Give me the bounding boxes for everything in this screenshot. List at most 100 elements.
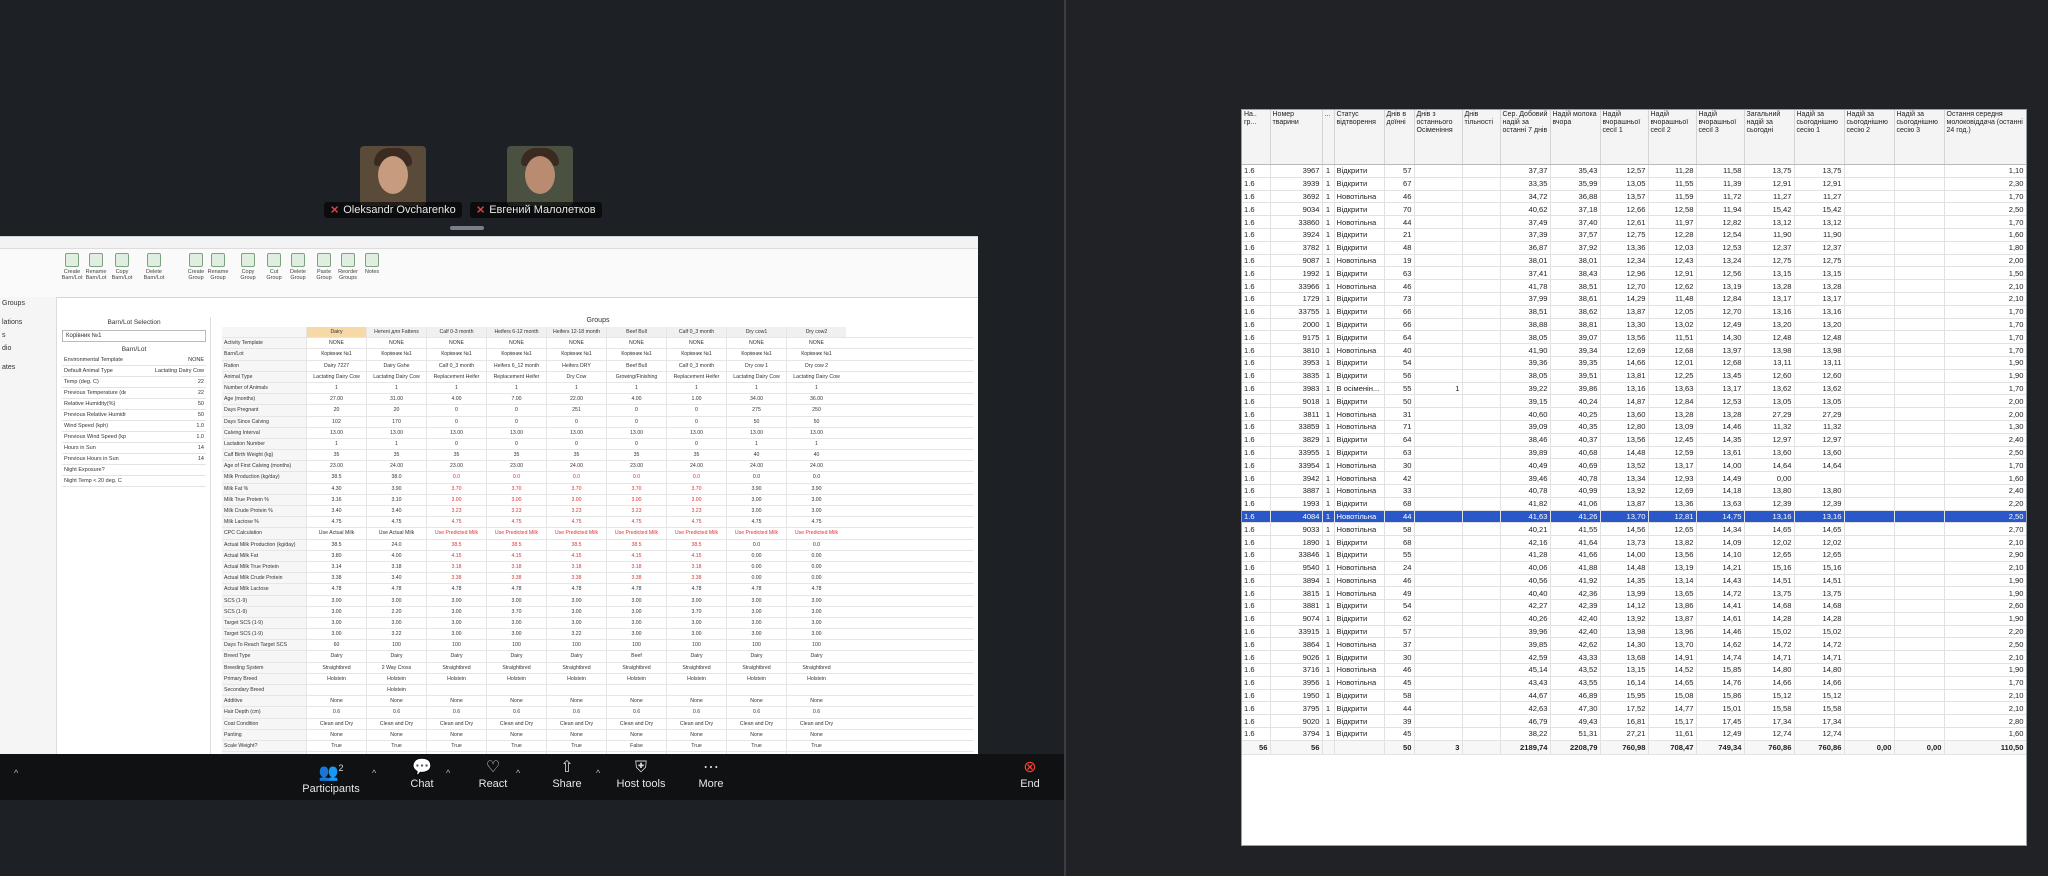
table-cell[interactable]: 12,48: [1794, 330, 1845, 345]
group-cell[interactable]: Holstein: [726, 673, 786, 684]
table-row[interactable]: 1.6 9540 1 Новотільна 24 40,06 41,88 14,48 13,19…: [1242, 561, 2026, 575]
table-cell[interactable]: 43,52: [1550, 663, 1601, 677]
group-column-header[interactable]: Dairy: [306, 327, 366, 338]
ribbon-button[interactable]: Rename Barn/Lot: [84, 253, 108, 281]
table-cell[interactable]: 14,52: [1648, 663, 1697, 677]
table-cell[interactable]: 1.6: [1242, 522, 1271, 537]
group-cell[interactable]: True: [426, 740, 486, 752]
ribbon-button[interactable]: Create Group: [184, 253, 208, 281]
table-cell[interactable]: 1.6: [1242, 663, 1271, 677]
table-cell[interactable]: [1894, 164, 1945, 178]
table-cell[interactable]: [1844, 420, 1895, 434]
table-cell[interactable]: 1.6: [1242, 343, 1271, 357]
table-cell[interactable]: 13,62: [1794, 382, 1845, 396]
table-cell[interactable]: 1950: [1270, 689, 1323, 703]
table-cell[interactable]: 3942: [1270, 471, 1323, 485]
table-cell[interactable]: [1894, 625, 1945, 639]
participant-video-1[interactable]: [360, 146, 426, 206]
group-column-header[interactable]: Calf 0_3 month: [666, 327, 726, 338]
table-cell[interactable]: 3864: [1270, 637, 1323, 652]
table-cell[interactable]: [1844, 586, 1895, 601]
column-header[interactable]: Надій вчорашньої сесії 3: [1696, 110, 1745, 165]
group-cell[interactable]: 0.6: [786, 707, 846, 718]
group-cell[interactable]: 3.70: [486, 606, 546, 617]
group-cell[interactable]: 0.6: [606, 707, 666, 718]
table-cell[interactable]: [1894, 561, 1945, 575]
table-cell[interactable]: 37,37: [1500, 164, 1551, 178]
group-cell[interactable]: 4.78: [606, 584, 666, 595]
table-cell[interactable]: [1894, 689, 1945, 703]
table-cell[interactable]: 11,72: [1696, 190, 1745, 204]
ribbon-button[interactable]: Copy Barn/Lot: [110, 253, 134, 281]
table-cell[interactable]: 1,80: [1944, 241, 2026, 255]
barn-property-value[interactable]: [126, 476, 206, 486]
table-cell[interactable]: 41,90: [1500, 343, 1551, 357]
table-cell[interactable]: 1: [1322, 177, 1335, 191]
group-cell[interactable]: Straightbred: [546, 662, 606, 673]
table-cell[interactable]: Відкрити: [1334, 356, 1385, 370]
group-cell[interactable]: [666, 685, 726, 696]
group-cell[interactable]: 3.00: [786, 595, 846, 606]
group-cell[interactable]: 3.18: [426, 561, 486, 573]
group-cell[interactable]: 3.18: [546, 561, 606, 573]
table-cell[interactable]: 13,15: [1794, 266, 1845, 281]
group-cell[interactable]: Dairy: [366, 651, 426, 662]
table-cell[interactable]: 1: [1322, 484, 1335, 498]
table-row[interactable]: 1.6 3795 1 Відкрити 44 42,63 47,30 17,52 14,77 15…: [1242, 701, 2026, 716]
table-cell[interactable]: 1,70: [1944, 382, 2026, 396]
group-cell[interactable]: Replacement Heifer: [486, 371, 546, 382]
table-cell[interactable]: [1844, 458, 1895, 473]
table-cell[interactable]: [1844, 394, 1895, 409]
group-cell[interactable]: NONE: [546, 338, 606, 349]
table-cell[interactable]: [1414, 177, 1463, 191]
group-cell[interactable]: Heifers 6_12 month: [486, 360, 546, 371]
table-row[interactable]: 1.6 33915 1 Відкрити 57 39,96 42,40 13,98 13,96 1…: [1242, 625, 2026, 639]
gallery-scroll-indicator[interactable]: [450, 226, 484, 230]
table-cell[interactable]: [1894, 548, 1945, 562]
table-cell[interactable]: 9020: [1270, 714, 1323, 729]
table-cell[interactable]: [1844, 535, 1895, 549]
table-cell[interactable]: 30: [1384, 458, 1415, 473]
table-cell[interactable]: 1: [1322, 164, 1335, 178]
table-cell[interactable]: 70: [1384, 202, 1415, 217]
group-cell[interactable]: Straightbred: [666, 662, 726, 673]
group-cell[interactable]: Clean and Dry: [306, 718, 366, 729]
table-cell[interactable]: 13,96: [1648, 625, 1697, 639]
table-cell[interactable]: 14,61: [1696, 612, 1745, 626]
table-cell[interactable]: [1462, 241, 1501, 255]
group-cell[interactable]: None: [426, 729, 486, 740]
group-cell[interactable]: 13.00: [606, 427, 666, 438]
table-cell[interactable]: 1,70: [1944, 330, 2026, 345]
group-cell[interactable]: 1: [726, 382, 786, 394]
table-cell[interactable]: 1: [1322, 727, 1335, 741]
table-cell[interactable]: [1844, 177, 1895, 191]
table-cell[interactable]: 40,49: [1500, 458, 1551, 473]
table-cell[interactable]: 41,78: [1500, 279, 1551, 293]
table-cell[interactable]: 46: [1384, 663, 1415, 677]
group-cell[interactable]: 3.00: [486, 494, 546, 505]
table-cell[interactable]: 49: [1384, 586, 1415, 601]
table-cell[interactable]: [1462, 446, 1501, 460]
table-cell[interactable]: [1894, 241, 1945, 255]
group-cell[interactable]: 3.00: [606, 595, 666, 606]
table-cell[interactable]: [1894, 215, 1945, 229]
table-cell[interactable]: 40: [1384, 343, 1415, 357]
group-cell[interactable]: 3.00: [366, 617, 426, 629]
table-cell[interactable]: 38,51: [1550, 279, 1601, 293]
table-cell[interactable]: 1: [1322, 254, 1335, 268]
group-cell[interactable]: 4.15: [426, 550, 486, 561]
table-cell[interactable]: 3983: [1270, 382, 1323, 396]
table-cell[interactable]: 1.6: [1242, 561, 1271, 575]
table-cell[interactable]: 49,43: [1550, 714, 1601, 729]
table-cell[interactable]: Новотільна: [1334, 215, 1385, 229]
table-cell[interactable]: 17,34: [1794, 714, 1845, 729]
table-cell[interactable]: 12,70: [1600, 279, 1649, 293]
table-cell[interactable]: 14,64: [1744, 458, 1795, 473]
group-cell[interactable]: None: [486, 696, 546, 707]
table-cell[interactable]: 1: [1322, 599, 1335, 613]
table-cell[interactable]: [1462, 433, 1501, 447]
group-cell[interactable]: 0.0: [666, 472, 726, 483]
table-cell[interactable]: 40,78: [1550, 471, 1601, 485]
table-cell[interactable]: 1.6: [1242, 279, 1271, 293]
table-cell[interactable]: 1992: [1270, 266, 1323, 281]
